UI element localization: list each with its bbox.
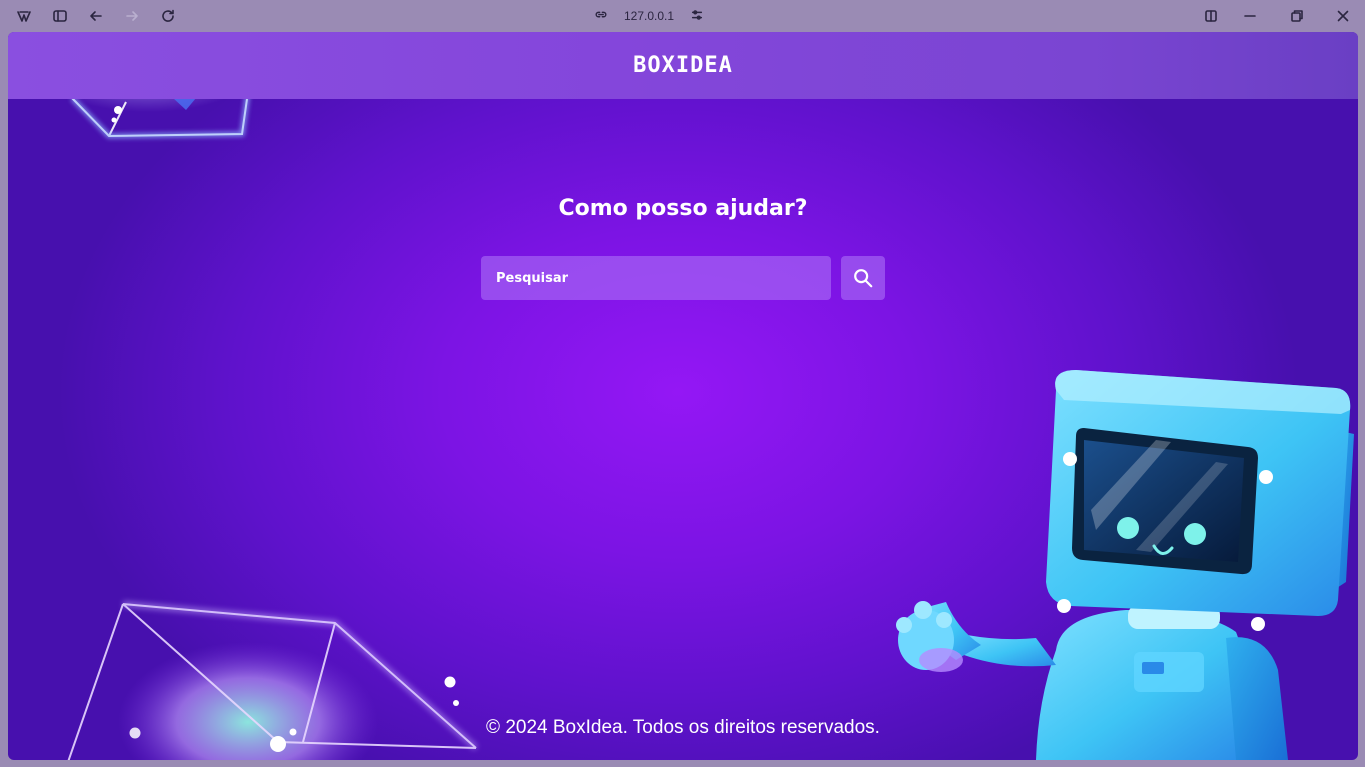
page-title: Como posso ajudar? bbox=[558, 196, 808, 221]
sidebar-toggle-icon[interactable] bbox=[48, 4, 72, 28]
restore-icon[interactable] bbox=[1285, 4, 1309, 28]
reload-icon[interactable] bbox=[156, 4, 180, 28]
search-input[interactable] bbox=[481, 256, 831, 300]
site-settings-icon[interactable] bbox=[690, 8, 704, 25]
page-viewport: BOXIDEA Como posso ajudar? Pesquisar © 2… bbox=[8, 32, 1358, 760]
search-icon bbox=[854, 269, 873, 288]
link-icon bbox=[594, 8, 608, 25]
address-text[interactable]: 127.0.0.1 bbox=[624, 9, 674, 23]
site-logo[interactable]: BOXIDEA bbox=[633, 53, 733, 78]
address-bar[interactable]: 127.0.0.1 bbox=[594, 6, 704, 26]
back-icon[interactable] bbox=[84, 4, 108, 28]
minimize-icon[interactable] bbox=[1238, 4, 1262, 28]
close-icon[interactable] bbox=[1331, 4, 1355, 28]
site-header: BOXIDEA bbox=[8, 32, 1358, 99]
app-logo-icon[interactable] bbox=[12, 4, 36, 28]
browser-toolbar: 127.0.0.1 bbox=[0, 0, 1365, 32]
split-view-icon[interactable] bbox=[1199, 4, 1223, 28]
robot-illustration bbox=[896, 370, 1354, 760]
footer-copyright: © 2024 BoxIdea. Todos os direitos reserv… bbox=[486, 717, 880, 738]
search-button[interactable] bbox=[841, 256, 885, 300]
forward-icon[interactable] bbox=[120, 4, 144, 28]
